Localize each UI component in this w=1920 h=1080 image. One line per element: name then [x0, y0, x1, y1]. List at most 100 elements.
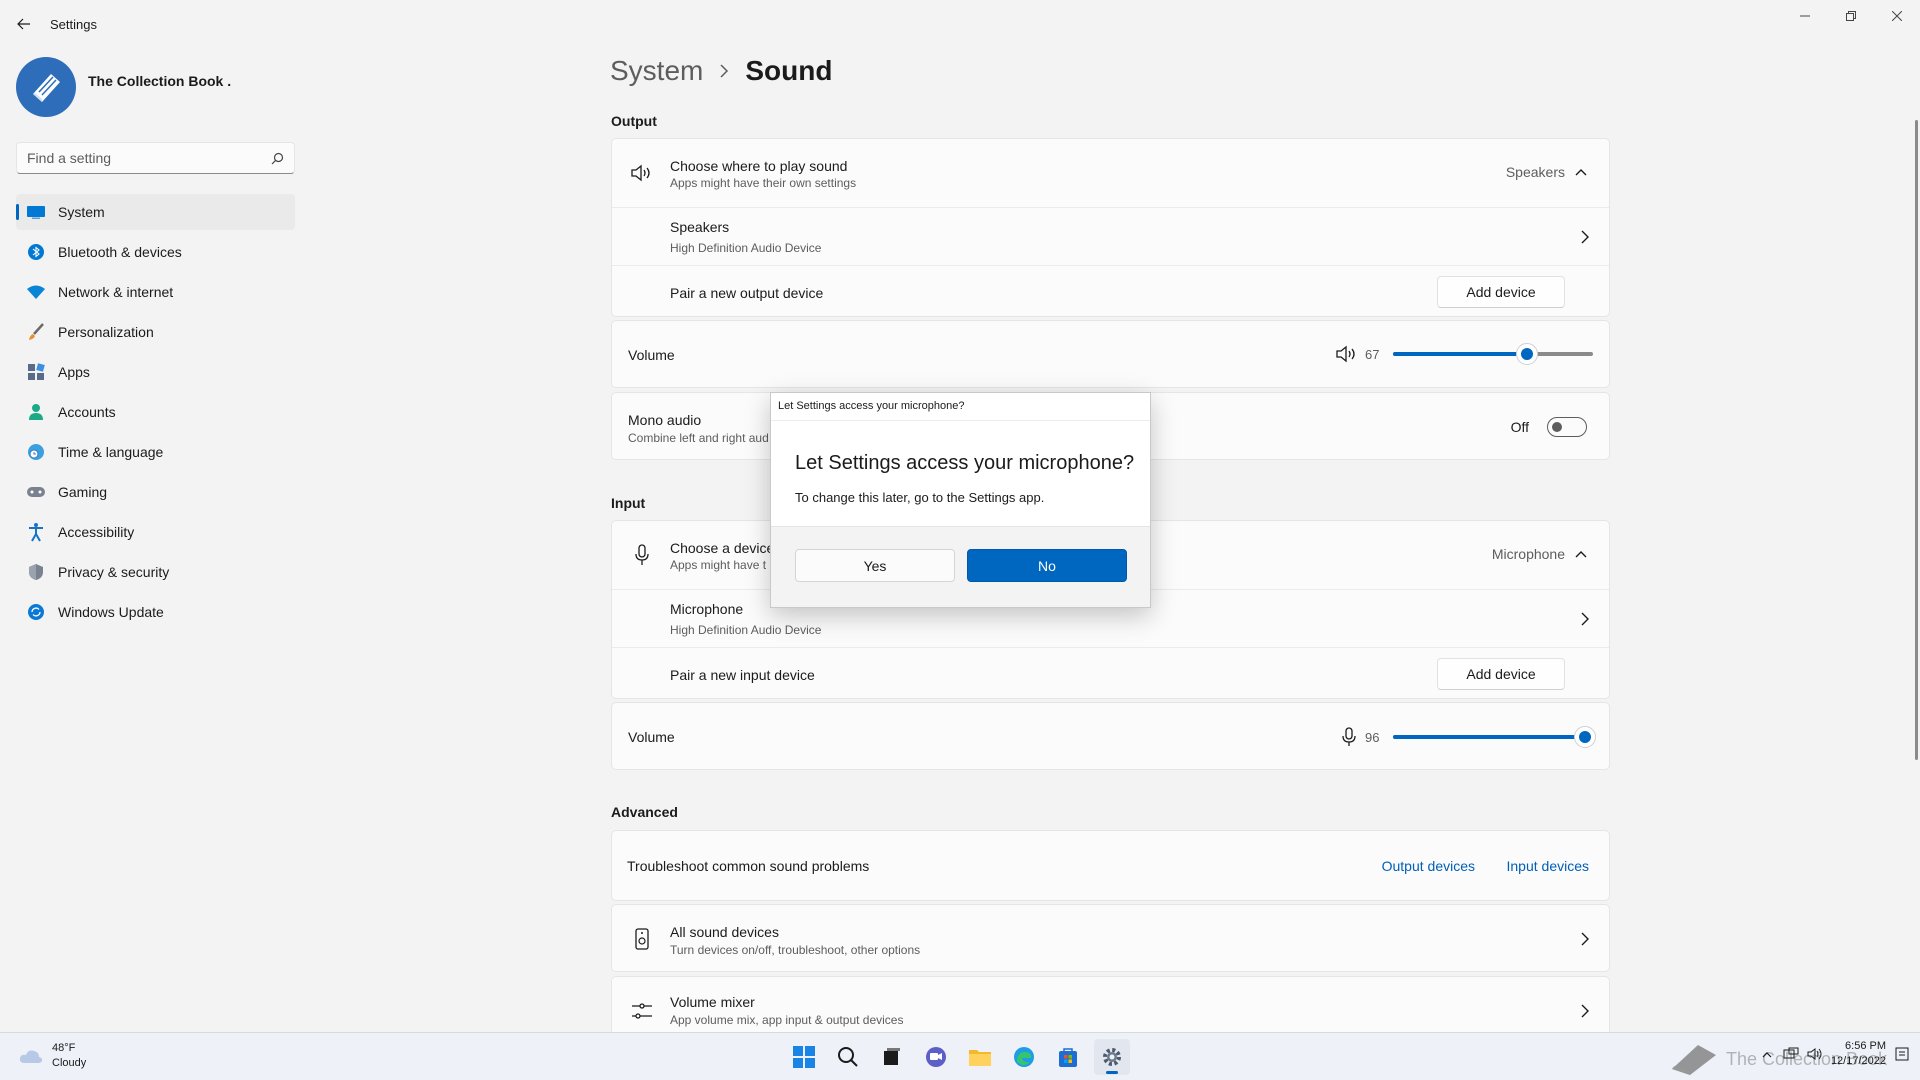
breadcrumb: System Sound [610, 55, 832, 87]
mono-audio-toggle[interactable] [1547, 417, 1587, 437]
input-volume-card: Volume 96 [611, 702, 1610, 770]
chevron-up-icon[interactable] [1759, 1046, 1775, 1062]
output-device-speakers[interactable]: Speakers High Definition Audio Device [612, 207, 1609, 265]
start-button[interactable] [786, 1039, 822, 1075]
person-icon [26, 402, 46, 422]
arrow-left-icon [17, 18, 30, 30]
network-icon[interactable] [1783, 1046, 1799, 1062]
volume-icon[interactable] [1807, 1046, 1823, 1062]
chevron-up-icon[interactable] [1575, 550, 1587, 558]
sidebar-item-gaming[interactable]: Gaming [16, 474, 295, 510]
avatar[interactable] [16, 57, 76, 117]
dialog-footer: Yes No [771, 526, 1150, 607]
add-input-device-button[interactable]: Add device [1437, 658, 1565, 690]
output-volume-slider[interactable] [1393, 343, 1593, 365]
task-view-button[interactable] [874, 1039, 910, 1075]
yes-button[interactable]: Yes [795, 549, 955, 582]
input-volume-slider[interactable] [1393, 726, 1596, 748]
sidebar-item-label: Network & internet [58, 284, 174, 300]
edge-button[interactable] [1006, 1039, 1042, 1075]
store-button[interactable] [1050, 1039, 1086, 1075]
weather-condition: Cloudy [52, 1057, 87, 1069]
search-box[interactable] [16, 142, 295, 174]
search-input[interactable] [27, 150, 271, 166]
volume-mixer-card[interactable]: Volume mixer App volume mix, app input &… [611, 976, 1610, 1032]
chevron-right-icon [719, 64, 729, 78]
settings-taskbar-button[interactable] [1094, 1039, 1130, 1075]
mono-audio-subtitle: Combine left and right aud [628, 431, 769, 445]
sidebar-item-apps[interactable]: Apps [16, 354, 295, 390]
speaker-icon [628, 159, 656, 187]
sidebar-item-label: Accessibility [58, 524, 135, 540]
chat-icon [926, 1047, 946, 1067]
mono-audio-state: Off [1510, 419, 1529, 435]
slider-thumb[interactable] [1574, 726, 1596, 748]
breadcrumb-parent[interactable]: System [610, 55, 703, 87]
cloud-icon [19, 1050, 43, 1063]
clock[interactable]: 6:56 PM 12/17/2022 [1831, 1039, 1886, 1069]
sidebar-item-windows-update[interactable]: Windows Update [16, 594, 295, 630]
output-devices-link[interactable]: Output devices [1382, 858, 1475, 874]
update-icon [26, 602, 46, 622]
sidebar-item-personalization[interactable]: Personalization [16, 314, 295, 350]
chevron-up-icon[interactable] [1575, 168, 1587, 176]
choose-output-row[interactable]: Choose where to play sound Apps might ha… [612, 139, 1609, 207]
sidebar-item-accounts[interactable]: Accounts [16, 394, 295, 430]
restore-button[interactable] [1828, 0, 1874, 32]
output-section-title: Output [611, 113, 657, 129]
chevron-right-icon [1581, 1004, 1589, 1018]
search-icon[interactable] [271, 152, 284, 165]
add-output-device-button[interactable]: Add device [1437, 276, 1565, 308]
sidebar-item-label: Gaming [58, 484, 108, 500]
microphone-icon[interactable] [1341, 727, 1357, 747]
all-sound-devices-card[interactable]: All sound devices Turn devices on/off, t… [611, 904, 1610, 972]
sidebar-item-system[interactable]: System [16, 194, 295, 230]
weather-widget[interactable]: 48°F Cloudy [18, 1041, 86, 1071]
input-section-title: Input [611, 495, 646, 511]
brush-icon [26, 322, 46, 342]
all-sound-devices-subtitle: Turn devices on/off, troubleshoot, other… [670, 943, 921, 957]
all-sound-devices-title: All sound devices [670, 924, 779, 940]
sidebar-item-network[interactable]: Network & internet [16, 274, 295, 310]
sidebar-item-bluetooth[interactable]: Bluetooth & devices [16, 234, 295, 270]
output-volume-card: Volume 67 [611, 320, 1610, 388]
title-bar: Settings [0, 0, 1920, 48]
scrollbar[interactable] [1915, 120, 1918, 760]
sidebar-item-accessibility[interactable]: Accessibility [16, 514, 295, 550]
close-button[interactable] [1874, 0, 1920, 32]
output-volume-control: 67 [1335, 343, 1593, 365]
bluetooth-icon [26, 242, 46, 262]
dialog-caption: Let Settings access your microphone? [778, 400, 965, 412]
mono-audio-toggle-wrap: Off [1511, 417, 1587, 437]
dialog-text: To change this later, go to the Settings… [795, 490, 1045, 505]
shield-icon [26, 562, 46, 582]
chevron-right-icon [1581, 230, 1589, 244]
selected-input-value: Microphone [1491, 546, 1565, 562]
choose-input-title: Choose a device [670, 540, 775, 556]
globe-clock-icon [26, 442, 46, 462]
edge-icon [1014, 1047, 1034, 1067]
taskbar-search-button[interactable] [830, 1039, 866, 1075]
input-devices-link[interactable]: Input devices [1507, 858, 1590, 874]
output-device-title: Speakers [670, 219, 730, 235]
file-explorer-button[interactable] [962, 1039, 998, 1075]
no-button[interactable]: No [967, 549, 1127, 582]
speaker-icon[interactable] [1335, 345, 1357, 363]
start-icon [793, 1046, 815, 1068]
sidebar-item-time-language[interactable]: Time & language [16, 434, 295, 470]
chat-button[interactable] [918, 1039, 954, 1075]
back-button[interactable] [12, 12, 36, 36]
mono-audio-title: Mono audio [628, 412, 702, 428]
input-device-subtitle: High Definition Audio Device [670, 623, 822, 637]
close-icon [1892, 11, 1902, 21]
notification-icon[interactable] [1894, 1046, 1910, 1062]
output-device-subtitle: High Definition Audio Device [670, 241, 822, 255]
store-icon [1059, 1048, 1077, 1067]
slider-thumb[interactable] [1516, 343, 1538, 365]
wifi-icon [26, 282, 46, 302]
sidebar-item-privacy[interactable]: Privacy & security [16, 554, 295, 590]
choose-output-value-wrap: Speakers [1506, 164, 1587, 180]
sidebar-item-label: Personalization [58, 324, 154, 340]
book-logo-icon [33, 74, 60, 102]
minimize-button[interactable] [1782, 0, 1828, 32]
